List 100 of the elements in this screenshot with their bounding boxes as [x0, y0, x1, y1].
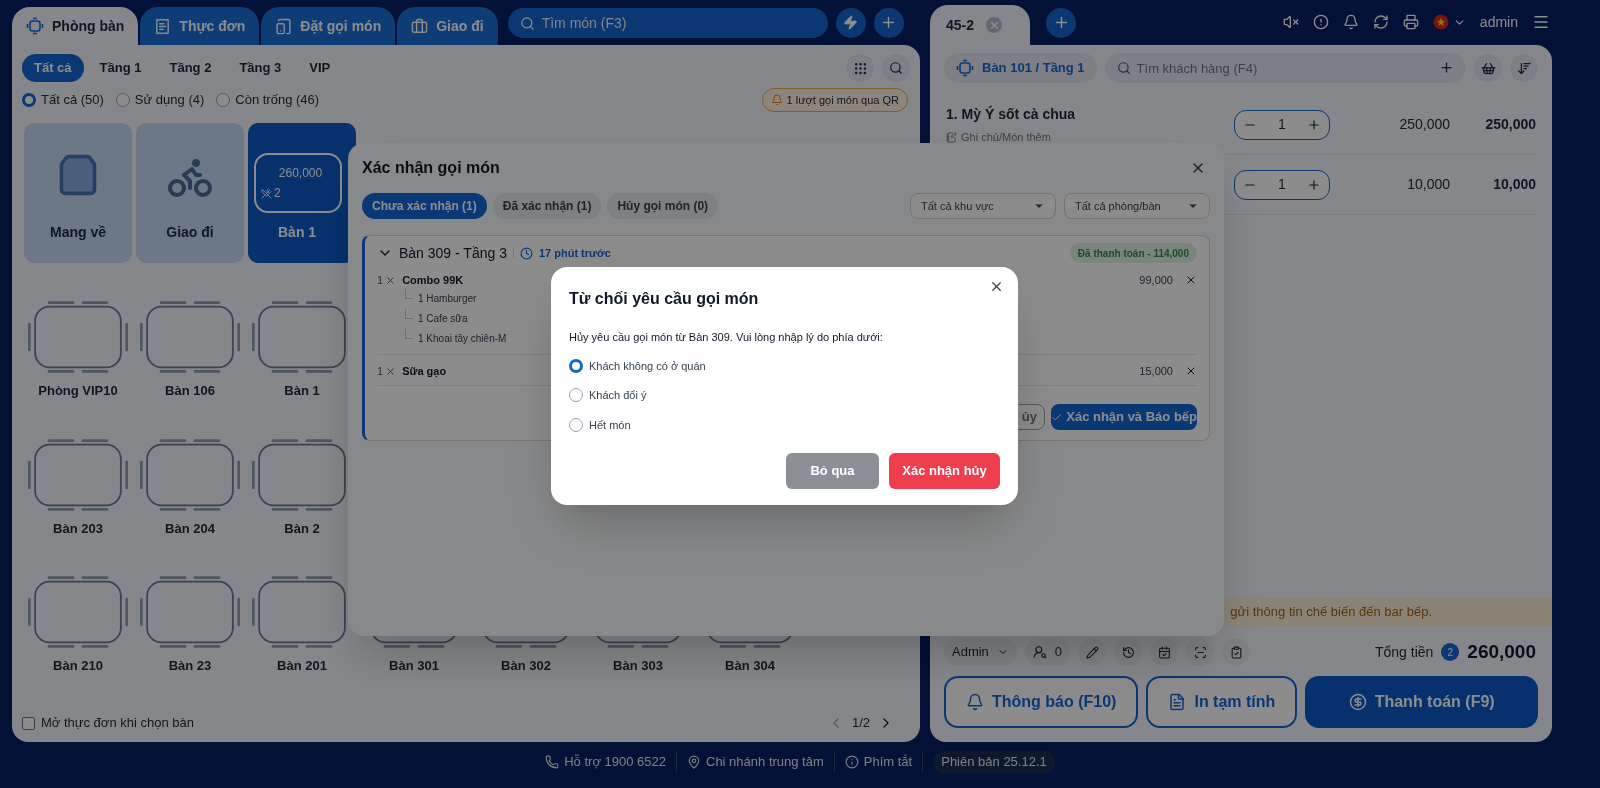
- basket-button[interactable]: [1474, 54, 1502, 82]
- receipt-icon: [154, 17, 172, 35]
- qr-notice-badge[interactable]: 1 lượt gọi món qua QR: [761, 88, 908, 112]
- staff-dropdown[interactable]: Admin: [944, 638, 1017, 666]
- filter-dropdown[interactable]: Tất cả khu vực: [910, 193, 1056, 219]
- radio-button[interactable]: [115, 93, 130, 107]
- table-tile[interactable]: Bàn 201: [246, 576, 358, 676]
- table-tile[interactable]: Bàn 1: [246, 301, 358, 401]
- checkbox[interactable]: [22, 716, 35, 730]
- table-tile[interactable]: Phòng VIP10: [22, 301, 134, 401]
- order-tab[interactable]: 45-2: [930, 5, 1030, 45]
- radio-button[interactable]: [569, 417, 583, 432]
- line-total: 10,000: [1492, 175, 1536, 194]
- radio-button[interactable]: [216, 93, 231, 107]
- main-tab[interactable]: Giao đi: [397, 7, 498, 45]
- menu-icon[interactable]: [1532, 13, 1550, 31]
- grid-view-button[interactable]: [846, 54, 874, 82]
- customer-count-button[interactable]: 0: [1024, 638, 1071, 666]
- item-note[interactable]: Ghi chú/Món thêm: [961, 128, 1051, 146]
- quantity-stepper[interactable]: 1: [1234, 169, 1330, 200]
- refresh-icon[interactable]: [1372, 14, 1389, 30]
- dialog-button[interactable]: Bỏ qua: [786, 453, 879, 489]
- alert-icon[interactable]: [1312, 14, 1329, 30]
- clock-icon: [519, 246, 533, 260]
- radio-label: Khách đổi ý: [589, 388, 647, 403]
- main-tab[interactable]: Đặt gọi món: [261, 7, 396, 45]
- search-button[interactable]: [882, 54, 910, 82]
- main-tab[interactable]: Thực đơn: [140, 7, 260, 45]
- main-tab[interactable]: Phòng bàn: [12, 7, 139, 45]
- customer-search-field[interactable]: Tìm khách hàng (F4): [1104, 53, 1466, 83]
- filter-dropdown[interactable]: Tất cả phòng/bàn: [1064, 193, 1210, 219]
- card-action-button[interactable]: Xác nhận và Báo bếp: [1051, 404, 1197, 430]
- flag-icon[interactable]: [1432, 14, 1449, 30]
- table-icon: [26, 17, 44, 35]
- table-tile[interactable]: Bàn 204: [134, 438, 246, 538]
- dialog-tab[interactable]: Hủy gọi món (0): [607, 193, 719, 219]
- mute-icon[interactable]: [1282, 14, 1299, 30]
- item-name: Combo 99K: [402, 272, 464, 288]
- radio-button[interactable]: [569, 358, 583, 373]
- table-tile[interactable]: Bàn 210: [22, 576, 134, 676]
- add-customer-icon[interactable]: [1439, 60, 1454, 75]
- dialog-message: Hủy yêu cầu gọi món từ Bàn 309. Vui lòng nhập lý do phía dưới:: [569, 330, 884, 345]
- add-order-button[interactable]: [1046, 7, 1076, 38]
- radio-button[interactable]: [22, 93, 36, 107]
- floor-tab[interactable]: VIP: [297, 54, 343, 82]
- table-tile[interactable]: Bàn 203: [22, 438, 134, 538]
- footer-link[interactable]: Hỗ trợ 1900 6522: [545, 752, 677, 772]
- guest-count: 2: [274, 185, 281, 202]
- table-tile[interactable]: Bàn 23: [134, 576, 246, 676]
- edit-button[interactable]: [1078, 638, 1107, 666]
- action-button[interactable]: In tạm tính: [1146, 676, 1298, 728]
- note-icon: [946, 131, 957, 143]
- table-label: Bàn 303: [613, 657, 663, 675]
- table-tile[interactable]: Bàn 106: [134, 301, 246, 401]
- remove-icon[interactable]: [1185, 274, 1197, 286]
- plus-icon[interactable]: [1307, 117, 1321, 132]
- sort-button[interactable]: [1510, 54, 1538, 82]
- search-field[interactable]: Tìm món (F3): [507, 7, 828, 38]
- quantity-stepper[interactable]: 1: [1234, 109, 1330, 140]
- table-location-pill[interactable]: Bàn 101 / Tầng 1: [944, 53, 1097, 83]
- utensils-icon: [261, 187, 272, 199]
- footer-link[interactable]: Chi nhánh trung tâm: [687, 752, 835, 772]
- service-card[interactable]: Mang về: [24, 123, 132, 263]
- footer-link[interactable]: Phím tắt: [844, 752, 924, 772]
- remove-icon[interactable]: [1185, 365, 1197, 377]
- history-icon: [1121, 645, 1135, 659]
- bell-icon[interactable]: [1342, 14, 1359, 30]
- split-button[interactable]: [1186, 638, 1215, 666]
- page-indicator: 1/2: [851, 714, 870, 733]
- person-search-icon: [1032, 645, 1047, 659]
- dialog-button[interactable]: Xác nhận hủy: [889, 453, 1000, 489]
- checklist-button[interactable]: [1222, 638, 1251, 666]
- plus-icon[interactable]: [1307, 177, 1321, 192]
- radio-label: Còn trống (46): [235, 91, 320, 110]
- schedule-button[interactable]: [1150, 638, 1179, 666]
- user-name[interactable]: admin: [1479, 11, 1518, 33]
- add-button[interactable]: [873, 7, 904, 38]
- floor-tab[interactable]: Tầng 3: [227, 54, 294, 82]
- history-button[interactable]: [1114, 638, 1143, 666]
- basket-icon: [1480, 60, 1496, 76]
- action-button[interactable]: Thông báo (F10): [944, 676, 1139, 728]
- version-pill: Phiên bản 25.12.1: [933, 751, 1055, 773]
- quick-order-button[interactable]: [835, 7, 866, 38]
- table-label: Bàn 301: [389, 657, 439, 675]
- floor-tab[interactable]: Tầng 2: [157, 54, 224, 82]
- payment-status-badge: Đã thanh toán - 114,000: [1069, 243, 1197, 263]
- floor-tab[interactable]: Tầng 1: [87, 54, 154, 82]
- dialog-tab[interactable]: Đã xác nhận (1): [492, 193, 602, 219]
- service-card[interactable]: Giao đi: [136, 123, 244, 263]
- service-card[interactable]: 260,000 2 Bàn 1: [248, 123, 356, 263]
- radio-button[interactable]: [569, 388, 583, 403]
- printer-icon[interactable]: [1402, 14, 1419, 30]
- unit-price: 250,000: [1398, 115, 1450, 134]
- total-label: Tổng tiền: [1374, 642, 1434, 662]
- search-icon: [519, 15, 535, 31]
- floor-tab[interactable]: Tất cả: [22, 54, 84, 82]
- close-icon[interactable]: [989, 279, 1004, 294]
- dialog-tab[interactable]: Chưa xác nhận (1): [362, 193, 487, 219]
- item-count-badge: 2: [1441, 643, 1460, 661]
- action-button[interactable]: Thanh toán (F9): [1305, 676, 1538, 728]
